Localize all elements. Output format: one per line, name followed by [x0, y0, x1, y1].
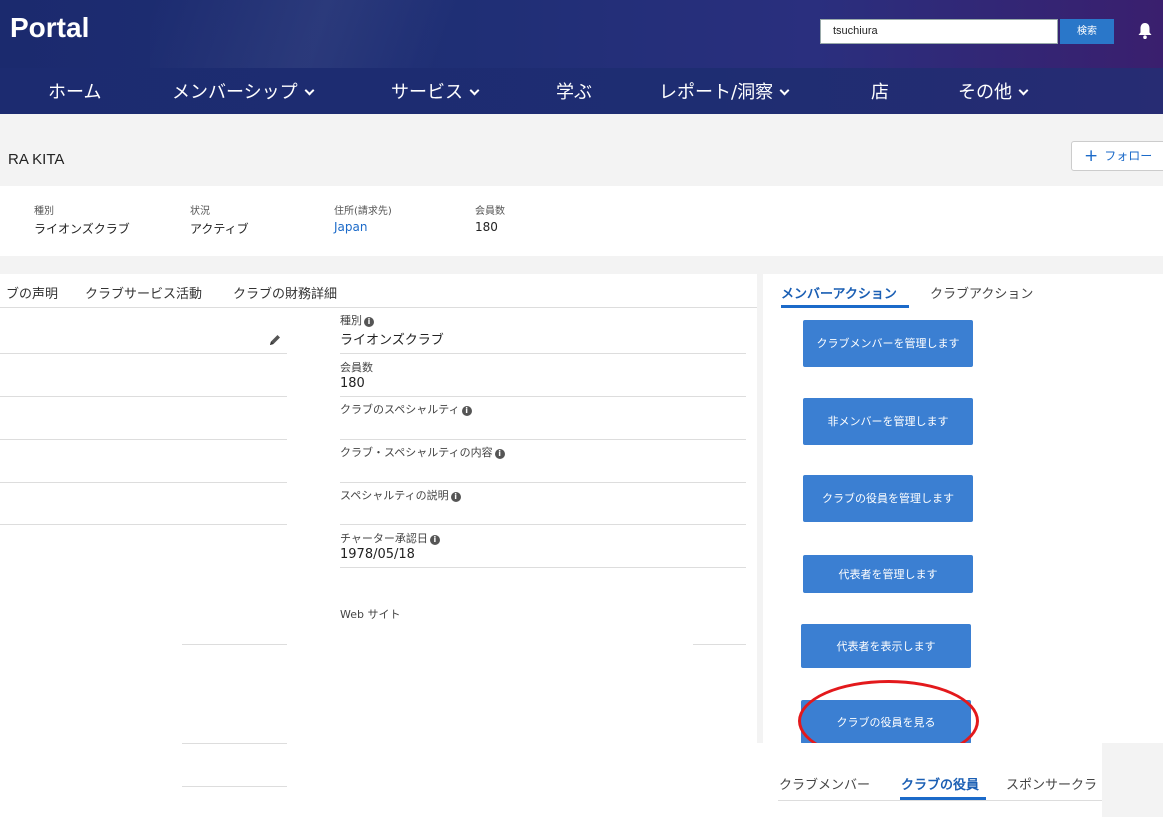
address-link[interactable]: Japan [334, 220, 392, 234]
view-representatives-button[interactable]: 代表者を表示します [801, 624, 971, 668]
panel-gutter [757, 274, 763, 817]
divider [340, 567, 746, 568]
tab-club-officers[interactable]: クラブの役員 [901, 774, 979, 793]
chevron-down-icon [1018, 85, 1029, 96]
info-icon[interactable]: i [461, 406, 472, 416]
manage-non-members-button[interactable]: 非メンバーを管理します [803, 398, 973, 445]
divider [340, 396, 746, 397]
info-icon[interactable]: i [429, 535, 440, 545]
portal-logo[interactable]: Portal [10, 12, 89, 44]
highlights-panel [0, 186, 1163, 256]
highlight-status: 状況 アクティブ [190, 206, 249, 236]
divider [0, 353, 287, 354]
divider [778, 800, 1102, 801]
field-label-specialty-description: スペシャルティの説明 i [340, 487, 461, 503]
divider [0, 396, 287, 397]
info-icon[interactable]: i [364, 317, 374, 327]
field-label-specialty-content: クラブ・スペシャルティの内容 i [340, 444, 505, 460]
field-label-member-count: 会員数 [340, 361, 373, 374]
divider [182, 644, 287, 645]
field-value-charter-date: 1978/05/18 [340, 547, 415, 562]
panel-gutter [1102, 743, 1163, 817]
nav-more[interactable]: その他 [958, 68, 1029, 114]
nav-reports[interactable]: レポート/洞察 [659, 68, 790, 114]
chevron-down-icon [304, 85, 315, 96]
plus-icon: + [1084, 146, 1099, 166]
search-input[interactable]: tsuchiura [820, 19, 1058, 44]
highlight-member-count: 会員数 180 [475, 206, 505, 234]
highlight-type: 種別 ライオンズクラブ [34, 206, 130, 236]
active-tab-indicator [781, 305, 909, 308]
field-label-club-specialty: クラブのスペシャルティ i [340, 401, 472, 417]
nav-services[interactable]: サービス [391, 68, 480, 114]
info-icon[interactable]: i [450, 492, 461, 502]
divider [182, 786, 287, 787]
tab-club-members[interactable]: クラブメンバー [779, 774, 870, 793]
section-divider [0, 256, 1163, 274]
record-title: RA KITA [8, 151, 65, 168]
follow-button[interactable]: + フォロー [1071, 141, 1163, 171]
chevron-down-icon [779, 85, 790, 96]
nav-home[interactable]: ホーム [48, 68, 101, 114]
header-bar: Portal tsuchiura 検索 [0, 0, 1163, 68]
highlight-billing-address: 住所(請求先) Japan [334, 206, 392, 234]
tab-member-actions[interactable]: メンバーアクション [781, 283, 897, 302]
divider [340, 439, 746, 440]
divider [693, 644, 746, 645]
tab-club-service-activities[interactable]: クラブサービス活動 [85, 283, 202, 302]
divider [340, 482, 746, 483]
tab-club-actions[interactable]: クラブアクション [930, 283, 1033, 302]
divider [0, 482, 287, 483]
divider [182, 743, 287, 744]
field-label-charter-date: チャーター承認日 i [340, 530, 440, 546]
tab-sponsor-club[interactable]: スポンサークラ [1006, 774, 1102, 793]
tab-club-financial-details[interactable]: クラブの財務詳細 [233, 283, 337, 302]
field-label-type: 種別 i [340, 312, 374, 328]
bell-icon[interactable] [1137, 22, 1153, 40]
field-value-type: ライオンズクラブ [340, 333, 444, 348]
info-icon[interactable]: i [494, 449, 505, 459]
manage-club-officers-button[interactable]: クラブの役員を管理します [803, 475, 973, 522]
header-decoration [150, 0, 570, 68]
nav-membership[interactable]: メンバーシップ [172, 68, 315, 114]
field-label-website: Web サイト [340, 608, 401, 621]
tab-club-statement[interactable]: ブの声明 [6, 283, 58, 302]
divider [340, 353, 746, 354]
divider [0, 439, 287, 440]
chevron-down-icon [469, 85, 480, 96]
manage-representatives-button[interactable]: 代表者を管理します [803, 555, 973, 593]
record-header [0, 114, 1163, 186]
nav-learn[interactable]: 学ぶ [556, 68, 592, 114]
nav-store[interactable]: 店 [871, 68, 889, 114]
field-value-member-count: 180 [340, 376, 365, 391]
manage-club-members-button[interactable]: クラブメンバーを管理します [803, 320, 973, 367]
edit-pencil-icon[interactable] [268, 333, 282, 347]
divider [340, 524, 746, 525]
search-button[interactable]: 検索 [1060, 19, 1114, 44]
main-nav: ホーム メンバーシップ サービス 学ぶ レポート/洞察 店 その他 [0, 68, 1163, 114]
divider [0, 524, 287, 525]
